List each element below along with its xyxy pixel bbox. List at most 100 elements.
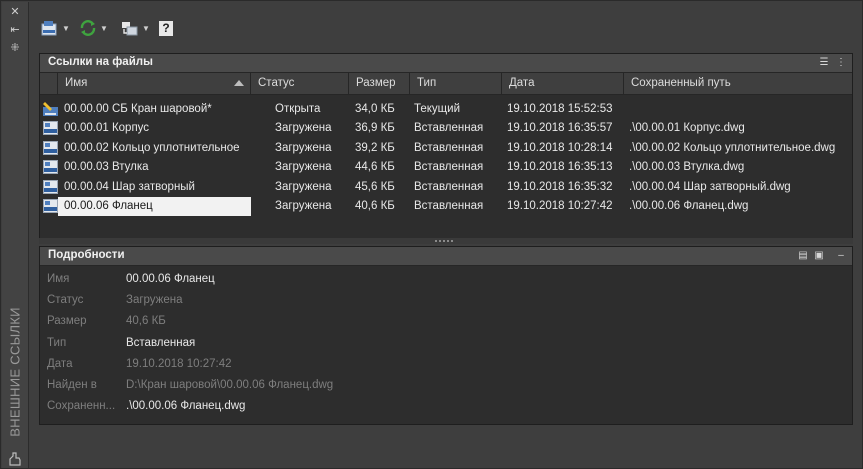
close-icon[interactable]: ✕ (8, 6, 22, 18)
refresh-button[interactable]: ▼ (79, 17, 108, 39)
cell-path: .\00.00.06 Фланец.dwg (629, 200, 749, 212)
autohide-icon[interactable]: ⇤ (8, 24, 22, 36)
dwg-file-icon (43, 199, 58, 213)
detail-row: Имя 00.00.06 Фланец (40, 269, 852, 289)
cell-status: Открыта (275, 103, 321, 115)
sort-ascending-icon (234, 80, 244, 86)
detail-row: Сохраненн... .\00.00.06 Фланец.dwg (40, 396, 852, 416)
cell-status: Загружена (275, 122, 332, 135)
column-date[interactable]: Дата (502, 73, 624, 94)
cell-type: Вставленная (414, 161, 484, 174)
palette-side-strip: ✕ ⇤ ⁜ ВНЕШНИЕ ССЫЛКИ (2, 2, 29, 468)
column-name[interactable]: Имя (58, 73, 251, 94)
cell-name: 00.00.06 Фланец (58, 197, 251, 216)
cell-date: 19.10.2018 16:35:32 (507, 180, 613, 193)
cell-type: Текущий (414, 103, 460, 115)
cell-status: Загружена (275, 141, 332, 154)
attach-dwg-button[interactable]: ▼ (41, 17, 70, 39)
cell-type: Вставленная (414, 141, 484, 154)
change-path-button[interactable]: ▼ (121, 17, 150, 39)
path-icon (121, 20, 139, 36)
cell-date: 19.10.2018 10:28:14 (507, 141, 613, 154)
file-references-panel: Ссылки на файлы ☰ ⋮ Имя Статус Размер Ти… (39, 53, 853, 239)
detail-label: Размер (47, 315, 87, 328)
cell-size: 39,2 КБ (355, 141, 395, 154)
details-view-icon[interactable]: ▤ (797, 250, 809, 261)
cell-path: .\00.00.02 Кольцо уплотнительное.dwg (629, 141, 836, 154)
list-view-icon[interactable]: ☰ (818, 57, 830, 68)
detail-value[interactable]: Вставленная (126, 333, 195, 353)
splitter-grip-icon[interactable] (435, 240, 455, 242)
cell-date: 19.10.2018 16:35:57 (507, 122, 613, 135)
cell-path: .\00.00.03 Втулка.dwg (629, 161, 745, 174)
file-references-title: Ссылки на файлы (48, 56, 153, 68)
cell-path (629, 100, 851, 119)
cell-path: .\00.00.04 Шар затворный.dwg (629, 180, 791, 193)
collapse-icon[interactable]: – (835, 250, 847, 261)
cell-name: 00.00.01 Корпус (64, 122, 150, 135)
table-row[interactable]: 00.00.06 Фланец Загружена 40,6 КБ Вставленн… (40, 197, 852, 216)
help-icon: ? (159, 20, 173, 36)
cell-status: Загружена (275, 200, 332, 212)
file-references-header: Ссылки на файлы ☰ ⋮ (40, 54, 852, 73)
cell-name: 00.00.04 Шар затворный (64, 180, 195, 193)
details-header: Подробности ▤ ▣ – (40, 247, 852, 266)
detail-row: Дата 19.10.2018 10:27:42 (40, 354, 852, 374)
palette-menu-icon[interactable] (8, 452, 22, 466)
detail-value: D:\Кран шаровой\00.00.06 Фланец.dwg (126, 379, 334, 391)
cell-date: 19.10.2018 10:27:42 (507, 200, 613, 212)
detail-row: Размер 40,6 КБ (40, 311, 852, 331)
column-saved-path[interactable]: Сохраненный путь (624, 73, 852, 94)
help-button[interactable]: ? (159, 17, 173, 39)
table-row[interactable]: 00.00.03 Втулка Загружена 44,6 КБ Вставленн… (40, 158, 852, 177)
tree-view-icon[interactable]: ⋮ (835, 57, 847, 68)
external-references-palette: ✕ ⇤ ⁜ ВНЕШНИЕ ССЫЛКИ ▼ ▼ ▼ ? Ссылки на ф… (0, 0, 863, 469)
cell-size: 34,0 КБ (355, 103, 395, 115)
detail-value: Загружена (126, 294, 183, 307)
cell-size: 44,6 КБ (355, 161, 395, 174)
cell-name: 00.00.00 СБ Кран шаровой* (64, 103, 212, 115)
table-header: Имя Статус Размер Тип Дата Сохраненный п… (40, 73, 852, 95)
table-row[interactable]: 00.00.02 Кольцо уплотнительное Загружена 3… (40, 139, 852, 158)
properties-icon[interactable]: ⁜ (8, 42, 22, 54)
dwg-attach-icon (41, 20, 59, 36)
current-drawing-icon (43, 102, 58, 116)
detail-row: Тип Вставленная (40, 333, 852, 353)
column-icon (40, 73, 58, 94)
dwg-file-icon (43, 160, 58, 175)
details-panel: Подробности ▤ ▣ – Имя 00.00.06 Фланец Стат… (39, 246, 853, 425)
cell-name: 00.00.02 Кольцо уплотнительное (64, 141, 240, 154)
cell-type: Вставленная (414, 180, 484, 193)
cell-size: 36,9 КБ (355, 122, 395, 135)
dwg-file-icon (43, 140, 58, 155)
cell-size: 45,6 КБ (355, 180, 395, 193)
dwg-file-icon (43, 179, 58, 194)
cell-date: 19.10.2018 16:35:13 (507, 161, 613, 174)
table-row[interactable]: 00.00.01 Корпус Загружена 36,9 КБ Вставленн… (40, 119, 852, 138)
cell-type: Вставленная (414, 200, 484, 212)
detail-label: Статус (47, 294, 84, 307)
cell-date: 19.10.2018 15:52:53 (507, 103, 613, 115)
detail-value[interactable]: .\00.00.06 Фланец.dwg (126, 396, 245, 416)
detail-row: Статус Загружена (40, 290, 852, 310)
column-status[interactable]: Статус (251, 73, 349, 94)
panel-splitter[interactable] (39, 238, 853, 244)
cell-name: 00.00.03 Втулка (64, 161, 149, 174)
cell-size: 40,6 КБ (355, 200, 395, 212)
table-row[interactable]: 00.00.00 СБ Кран шаровой* Открыта 34,0 КБ Т… (40, 100, 852, 119)
detail-label: Имя (47, 273, 70, 285)
column-type[interactable]: Тип (410, 73, 502, 94)
detail-value[interactable]: 00.00.06 Фланец (126, 269, 215, 289)
detail-label: Дата (47, 357, 73, 370)
cell-status: Загружена (275, 161, 332, 174)
preview-view-icon[interactable]: ▣ (813, 250, 825, 261)
table-row[interactable]: 00.00.04 Шар затворный Загружена 45,6 КБ Вс… (40, 178, 852, 197)
detail-value: 19.10.2018 10:27:42 (126, 357, 232, 370)
refresh-icon (79, 20, 97, 36)
palette-title: ВНЕШНИЕ ССЫЛКИ (7, 307, 23, 437)
cell-status: Загружена (275, 180, 332, 193)
detail-row: Найден в D:\Кран шаровой\00.00.06 Фланец.… (40, 375, 852, 395)
column-size[interactable]: Размер (349, 73, 410, 94)
detail-value: 40,6 КБ (126, 315, 166, 328)
detail-label: Тип (47, 336, 67, 349)
